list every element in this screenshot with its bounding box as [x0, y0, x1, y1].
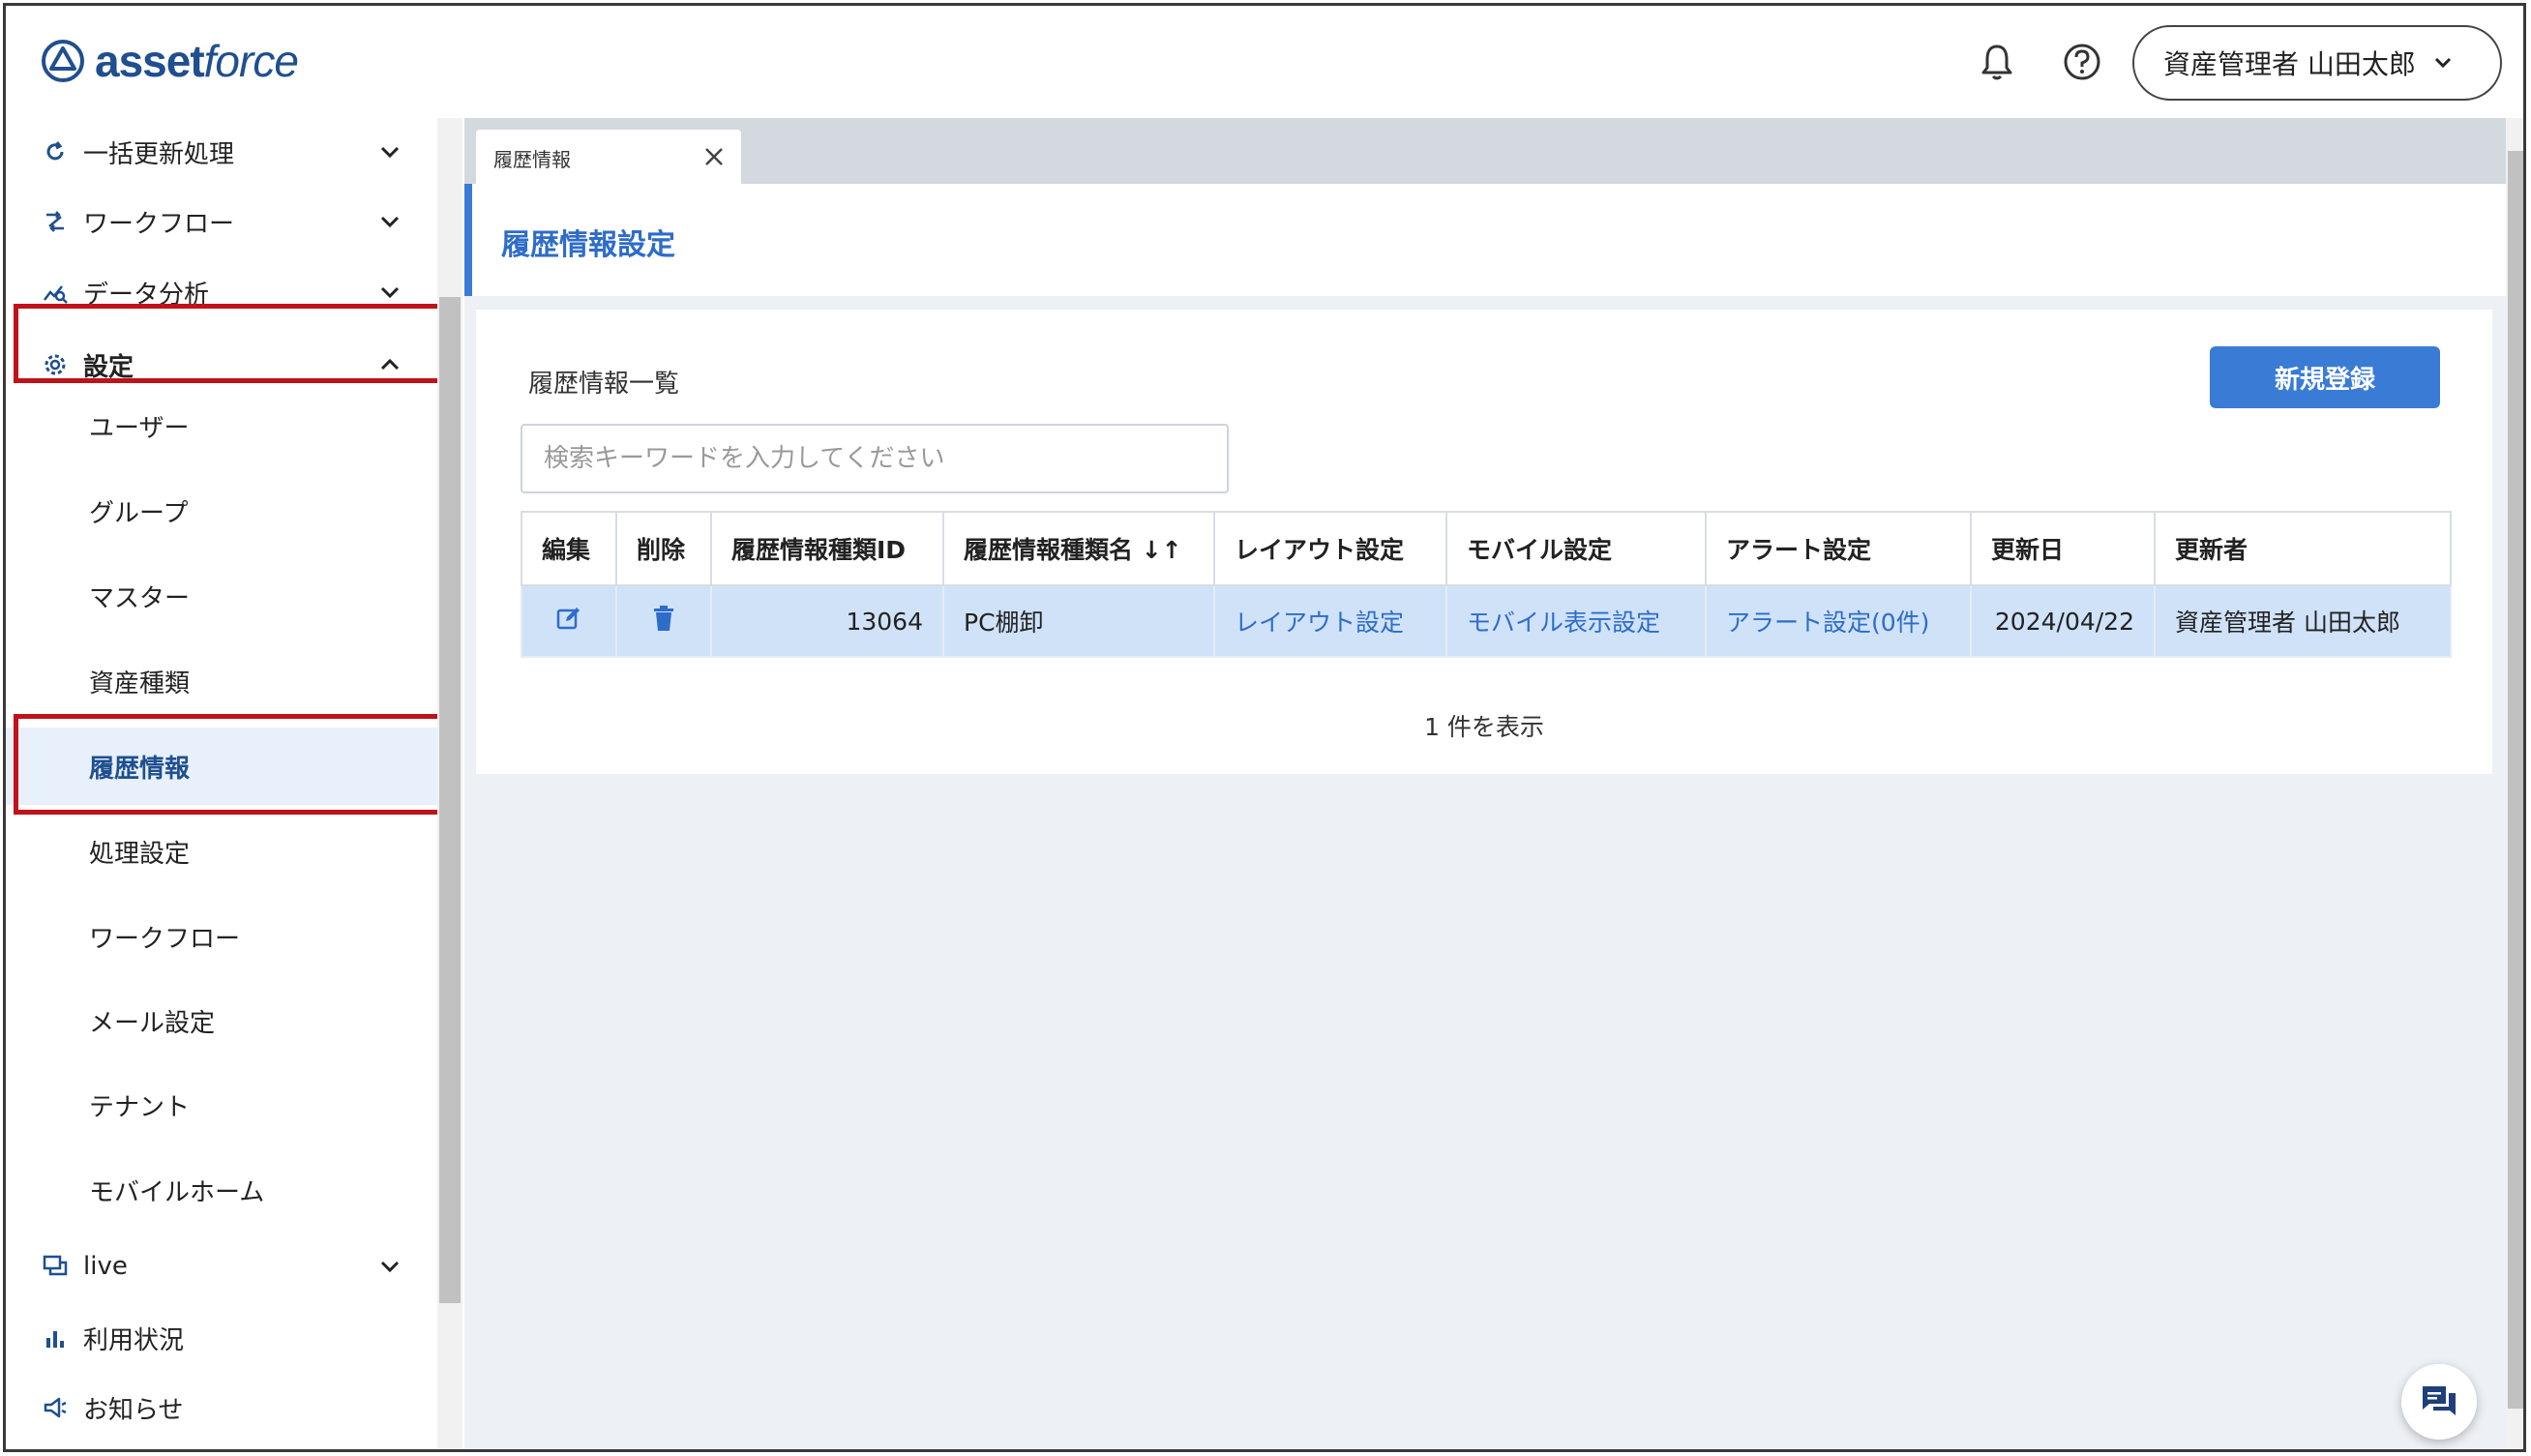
tab-bar: 履歴情報	[464, 118, 2506, 186]
sidebar-item-mail[interactable]: メール設定	[6, 982, 439, 1059]
sidebar-item-tenant[interactable]: テナント	[6, 1066, 439, 1144]
layout-settings-link[interactable]: レイアウト設定	[1213, 584, 1447, 658]
logo[interactable]: assetforce	[41, 35, 299, 87]
sidebar-scrollbar-thumb[interactable]	[439, 297, 461, 1303]
list-card: 履歴情報一覧 新規登録 編集 削除 履歴情報種類ID 履歴情報種類名 ↓↑ レイ…	[476, 310, 2492, 774]
chevron-down-icon	[2434, 57, 2451, 69]
chat-fab-button[interactable]	[2401, 1364, 2477, 1440]
sidebar-item-master[interactable]: マスター	[6, 557, 439, 635]
col-edit: 編集	[521, 511, 617, 586]
sidebar-item-workflow-settings[interactable]: ワークフロー	[6, 898, 439, 975]
cell-updater: 資産管理者 山田太郎	[2154, 584, 2452, 658]
table-header-row: 編集 削除 履歴情報種類ID 履歴情報種類名 ↓↑ レイアウト設定 モバイル設定…	[521, 511, 2452, 586]
mobile-settings-link[interactable]: モバイル表示設定	[1445, 584, 1707, 658]
col-updater[interactable]: 更新者	[2154, 511, 2452, 586]
col-alert: アラート設定	[1705, 511, 1972, 586]
sidebar-item-workflow[interactable]: ワークフロー	[6, 188, 439, 255]
sidebar-item-usage[interactable]: 利用状況	[6, 1304, 439, 1372]
list-title: 履歴情報一覧	[528, 370, 680, 399]
bell-icon[interactable]	[1970, 35, 2024, 89]
result-count: 1 件を表示	[1424, 713, 1544, 741]
col-type-name[interactable]: 履歴情報種類名 ↓↑	[942, 511, 1215, 586]
tab-label: 履歴情報	[493, 147, 571, 171]
col-updated[interactable]: 更新日	[1970, 511, 2156, 586]
delete-cell	[615, 584, 712, 658]
sidebar-item-bulk-update[interactable]: 一括更新処理	[6, 118, 439, 186]
alert-settings-link[interactable]: アラート設定(0件)	[1705, 584, 1972, 658]
page-title: 履歴情報設定	[501, 228, 675, 262]
chevron-down-icon[interactable]	[375, 137, 404, 166]
sidebar-item-processing[interactable]: 処理設定	[6, 813, 439, 890]
col-delete: 削除	[615, 511, 712, 586]
chevron-down-icon[interactable]	[375, 207, 404, 236]
sort-icon[interactable]: ↓↑	[1142, 536, 1182, 564]
logo-text: assetforce	[95, 36, 299, 86]
sidebar-item-groups[interactable]: グループ	[6, 472, 439, 550]
user-name: 資産管理者 山田太郎	[2163, 48, 2416, 80]
tab-history[interactable]: 履歴情報	[476, 130, 741, 186]
main-content: 履歴情報 履歴情報設定 履歴情報一覧 新規登録 編集 削除 履歴情報種類ID 履…	[464, 118, 2506, 1449]
sidebar-item-live[interactable]: live	[6, 1233, 439, 1300]
analytics-icon	[41, 278, 70, 307]
chevron-down-icon[interactable]	[375, 278, 404, 307]
cell-type-id: 13064	[710, 584, 944, 658]
app-header: assetforce 資産管理者 山田太郎	[6, 6, 2523, 118]
bar-chart-icon	[41, 1323, 70, 1352]
edit-cell	[521, 584, 617, 658]
sidebar: 一括更新処理 ワークフロー データ分析 設定 ユーザー グループ マスター 資産…	[6, 118, 462, 1449]
sidebar-item-users[interactable]: ユーザー	[6, 387, 439, 464]
cell-updated: 2024/04/22	[1970, 584, 2156, 658]
sidebar-item-notices[interactable]: お知らせ	[6, 1374, 439, 1441]
highlight-history	[14, 714, 443, 815]
close-icon[interactable]	[702, 145, 726, 168]
refresh-icon	[41, 137, 70, 166]
help-icon[interactable]	[2055, 35, 2109, 89]
user-menu-button[interactable]: 資産管理者 山田太郎	[2132, 25, 2502, 101]
trash-icon[interactable]	[652, 605, 675, 632]
highlight-settings	[14, 304, 443, 383]
page-header: 履歴情報設定	[464, 184, 2506, 296]
col-mobile: モバイル設定	[1445, 511, 1707, 586]
chat-icon	[41, 1252, 70, 1281]
table-row[interactable]: 13064 PC棚卸 レイアウト設定 モバイル表示設定 アラート設定(0件) 2…	[521, 584, 2452, 658]
col-type-id[interactable]: 履歴情報種類ID	[710, 511, 944, 586]
chat-icon	[2423, 1386, 2456, 1415]
workflow-icon	[41, 207, 70, 236]
sidebar-item-mobile-home[interactable]: モバイルホーム	[6, 1151, 439, 1229]
new-register-button[interactable]: 新規登録	[2210, 346, 2440, 408]
search-input[interactable]	[521, 424, 1229, 493]
history-table: 編集 削除 履歴情報種類ID 履歴情報種類名 ↓↑ レイアウト設定 モバイル設定…	[521, 511, 2452, 658]
logo-icon	[42, 40, 84, 82]
chevron-down-icon[interactable]	[375, 1252, 404, 1281]
megaphone-icon	[41, 1393, 70, 1422]
cell-type-name: PC棚卸	[942, 584, 1215, 658]
main-scrollbar-thumb[interactable]	[2508, 151, 2523, 1409]
sidebar-item-asset-types[interactable]: 資産種類	[6, 642, 439, 720]
edit-icon[interactable]	[555, 605, 582, 632]
app-window: assetforce 資産管理者 山田太郎 一括更新処理 ワークフロー データ分…	[3, 3, 2526, 1452]
col-layout: レイアウト設定	[1213, 511, 1447, 586]
